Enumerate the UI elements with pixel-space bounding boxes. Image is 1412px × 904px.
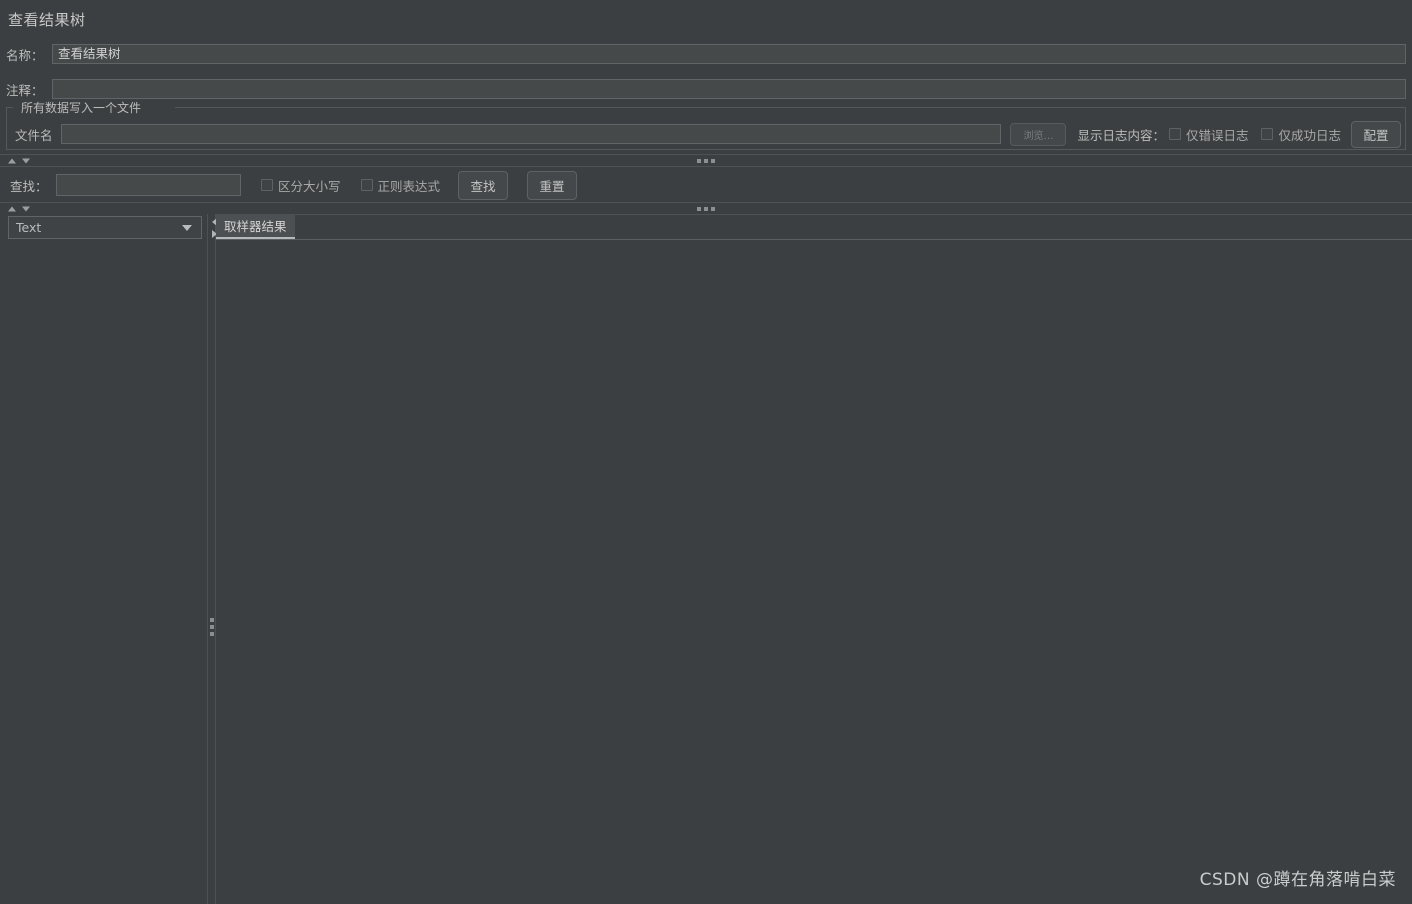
checkbox-box-icon xyxy=(261,179,273,191)
write-all-data-to-file-legend: 所有数据写入一个文件 xyxy=(17,99,146,116)
filename-input[interactable] xyxy=(61,124,1002,144)
collapse-up-icon[interactable] xyxy=(8,206,16,211)
splitter-collapse-arrows xyxy=(8,206,30,211)
name-label: 名称： xyxy=(6,47,44,63)
regex-checkbox[interactable]: 正则表达式 xyxy=(360,176,441,195)
checkbox-box-icon xyxy=(360,179,373,191)
results-tree-pane: Text xyxy=(0,214,207,904)
success-only-checkbox[interactable]: 仅成功日志 xyxy=(1261,125,1341,144)
view-results-tree-panel: 查看结果树 名称： 注释： 所有数据写入一个文件 文件名 浏览… 显示日志内容：… xyxy=(0,0,1412,904)
write-all-data-to-file-group: 所有数据写入一个文件 文件名 浏览… 显示日志内容： 仅错误日志 仅成功日志 配… xyxy=(6,99,1406,150)
search-button[interactable]: 查找 xyxy=(458,170,509,200)
chevron-down-icon xyxy=(182,224,192,231)
search-row: 查找： 区分大小写 正则表达式 查找 重置 xyxy=(0,170,1412,200)
filename-label: 文件名 xyxy=(15,127,53,143)
configure-button[interactable]: 配置 xyxy=(1351,120,1401,148)
render-format-value: Text xyxy=(16,220,42,235)
results-detail-pane: 取样器结果 xyxy=(212,214,1412,904)
comment-input[interactable] xyxy=(52,79,1406,99)
splitter-handle-dots-icon xyxy=(697,158,715,163)
groupbox-top-line xyxy=(175,107,1405,108)
name-input[interactable] xyxy=(52,44,1406,64)
errors-only-checkbox[interactable]: 仅错误日志 xyxy=(1168,125,1249,144)
detail-tabbar: 取样器结果 xyxy=(216,214,1412,240)
collapse-down-icon[interactable] xyxy=(22,206,30,211)
errors-only-label: 仅错误日志 xyxy=(1185,127,1249,143)
search-input[interactable] xyxy=(56,174,241,196)
filename-row: 文件名 浏览… 显示日志内容： 仅错误日志 仅成功日志 配置 xyxy=(7,120,1405,148)
vertical-splitter-dots-icon xyxy=(209,618,214,636)
results-area: Text 取样器结果 xyxy=(0,214,1412,904)
name-row: 名称： xyxy=(6,43,1406,65)
page-title: 查看结果树 xyxy=(8,11,86,29)
comment-row: 注释： xyxy=(6,78,1406,100)
checkbox-box-icon xyxy=(1168,128,1181,140)
watermark: CSDN @蹲在角落啃白菜 xyxy=(1199,870,1396,890)
search-label: 查找： xyxy=(10,178,48,194)
log-display-label: 显示日志内容： xyxy=(1077,127,1165,143)
render-format-combobox[interactable]: Text xyxy=(8,216,202,239)
collapse-down-icon[interactable] xyxy=(22,158,30,163)
tab-sampler-result[interactable]: 取样器结果 xyxy=(216,214,295,239)
browse-button[interactable]: 浏览… xyxy=(1010,122,1067,146)
regex-label: 正则表达式 xyxy=(377,178,441,194)
vertical-splitter[interactable] xyxy=(207,214,216,904)
reset-button[interactable]: 重置 xyxy=(527,170,578,200)
splitter-handle-dots-icon xyxy=(697,206,715,211)
case-sensitive-label: 区分大小写 xyxy=(278,178,341,194)
sampler-result-content[interactable] xyxy=(216,240,1412,904)
collapse-up-icon[interactable] xyxy=(8,158,16,163)
results-tree-view[interactable] xyxy=(0,240,207,904)
checkbox-box-icon xyxy=(1261,128,1274,140)
comment-label: 注释： xyxy=(6,82,44,98)
splitter-collapse-arrows xyxy=(8,158,30,163)
splitter-top[interactable] xyxy=(0,154,1412,167)
success-only-label: 仅成功日志 xyxy=(1278,127,1341,143)
case-sensitive-checkbox[interactable]: 区分大小写 xyxy=(261,176,341,195)
